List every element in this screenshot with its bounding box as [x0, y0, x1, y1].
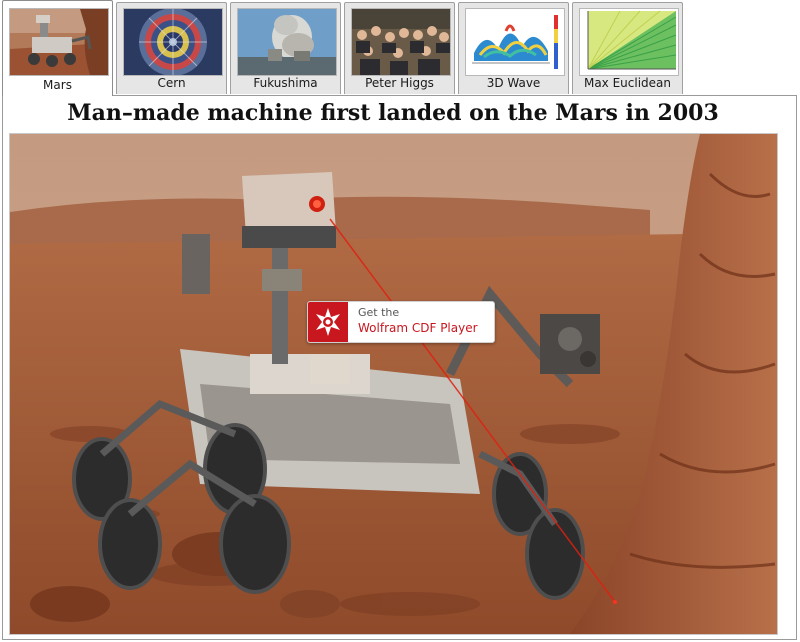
cern-detector-thumbnail	[123, 8, 223, 76]
get-cdf-player-button[interactable]: Get the Wolfram CDF Player	[307, 301, 495, 343]
cdf-badge-line1: Get the	[358, 306, 400, 319]
tab-label: Mars	[43, 78, 72, 92]
tab-label: 3D Wave	[486, 76, 541, 90]
fukushima-thumbnail	[237, 8, 337, 76]
tab-label: Fukushima	[253, 76, 318, 90]
tab-label: Cern	[157, 76, 186, 90]
peter-higgs-thumbnail	[351, 8, 451, 76]
tab-cern[interactable]: Cern	[116, 2, 227, 94]
tab-max-euclidean[interactable]: Max Euclidean	[572, 2, 683, 94]
mars-rover-photo	[9, 133, 778, 635]
wolfram-spikey-icon	[308, 302, 348, 342]
mars-rover-thumbnail	[9, 8, 109, 76]
tab-label: Max Euclidean	[583, 76, 672, 90]
3d-wave-thumbnail	[465, 8, 565, 76]
tab-strip: Mars Cern Fukushima Peter Higgs 3D Wave …	[0, 0, 800, 96]
tab-mars[interactable]: Mars	[2, 0, 113, 96]
content-panel: Man–made machine first landed on the Mar…	[2, 95, 797, 640]
tab-fukushima[interactable]: Fukushima	[230, 2, 341, 94]
cdf-badge-line2: Wolfram CDF Player	[358, 321, 478, 335]
tab-peter-higgs[interactable]: Peter Higgs	[344, 2, 455, 94]
tab-label: Peter Higgs	[365, 76, 434, 90]
max-euclidean-thumbnail	[579, 8, 679, 76]
tab-3d-wave[interactable]: 3D Wave	[458, 2, 569, 94]
slide-caption: Man–made machine first landed on the Mar…	[67, 100, 719, 126]
